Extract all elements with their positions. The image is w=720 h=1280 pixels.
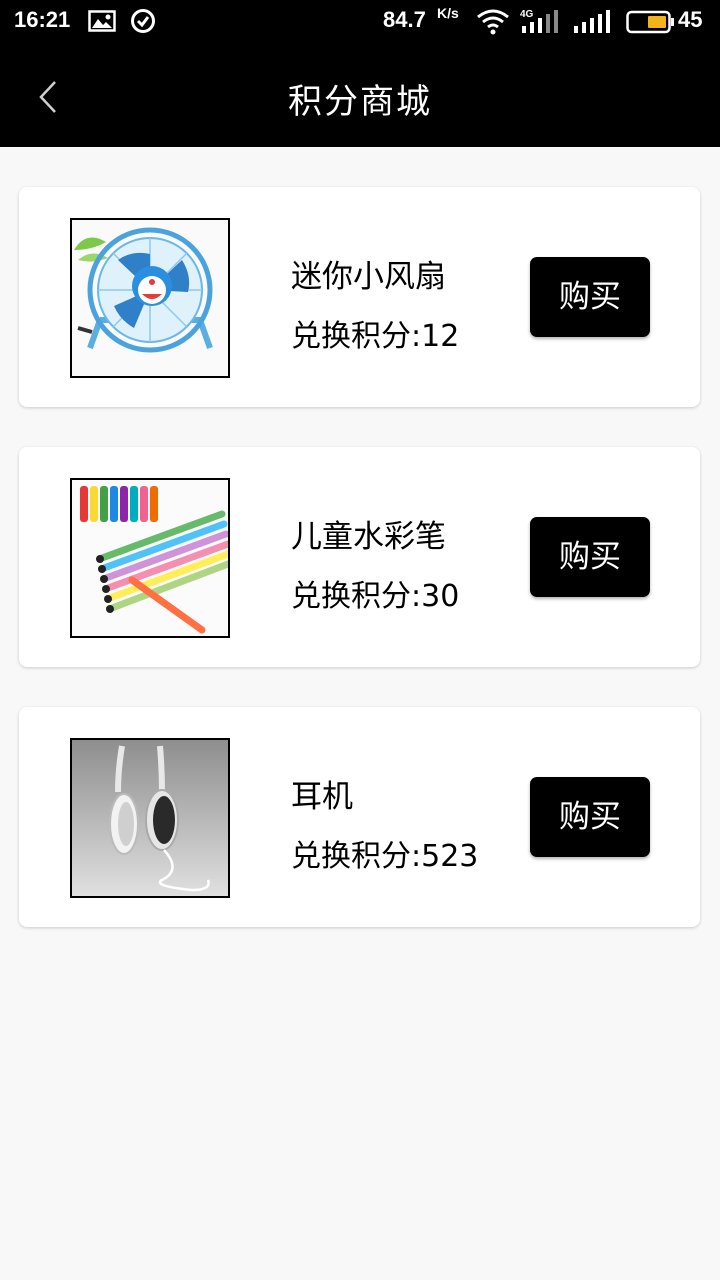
page-title: 积分商城 (288, 82, 432, 122)
product-points: 兑换积分:523 (291, 839, 479, 874)
status-bar: 16:21 84.7 K/s 4G 45 (0, 0, 720, 44)
product-card: 儿童水彩笔 兑换积分:30 购买 (19, 447, 700, 667)
product-points: 兑换积分:30 (291, 579, 460, 614)
product-image-fan (70, 218, 230, 378)
signal-icon (572, 8, 612, 34)
product-image-headphones (70, 738, 230, 898)
svg-text:4G: 4G (520, 9, 534, 20)
product-card: 迷你小风扇 兑换积分:12 购买 (19, 187, 700, 407)
product-image-pens (70, 478, 230, 638)
app-header: 积分商城 (0, 44, 720, 147)
product-name: 耳机 (291, 779, 353, 815)
buy-button[interactable]: 购买 (530, 777, 650, 857)
product-card: 耳机 兑换积分:523 购买 (19, 707, 700, 927)
check-circle-icon (130, 8, 156, 34)
buy-button[interactable]: 购买 (530, 517, 650, 597)
product-name: 迷你小风扇 (291, 259, 446, 295)
wifi-icon (476, 8, 510, 36)
battery-icon (626, 10, 676, 34)
status-time: 16:21 (14, 7, 71, 32)
product-points: 兑换积分:12 (291, 319, 460, 354)
buy-button[interactable]: 购买 (530, 257, 650, 337)
battery-level: 45 (678, 7, 703, 32)
image-icon (88, 10, 116, 32)
network-speed-unit: K/s (437, 5, 459, 21)
network-speed: 84.7 (383, 7, 426, 32)
4g-signal-icon: 4G (519, 8, 561, 34)
product-name: 儿童水彩笔 (291, 519, 446, 555)
